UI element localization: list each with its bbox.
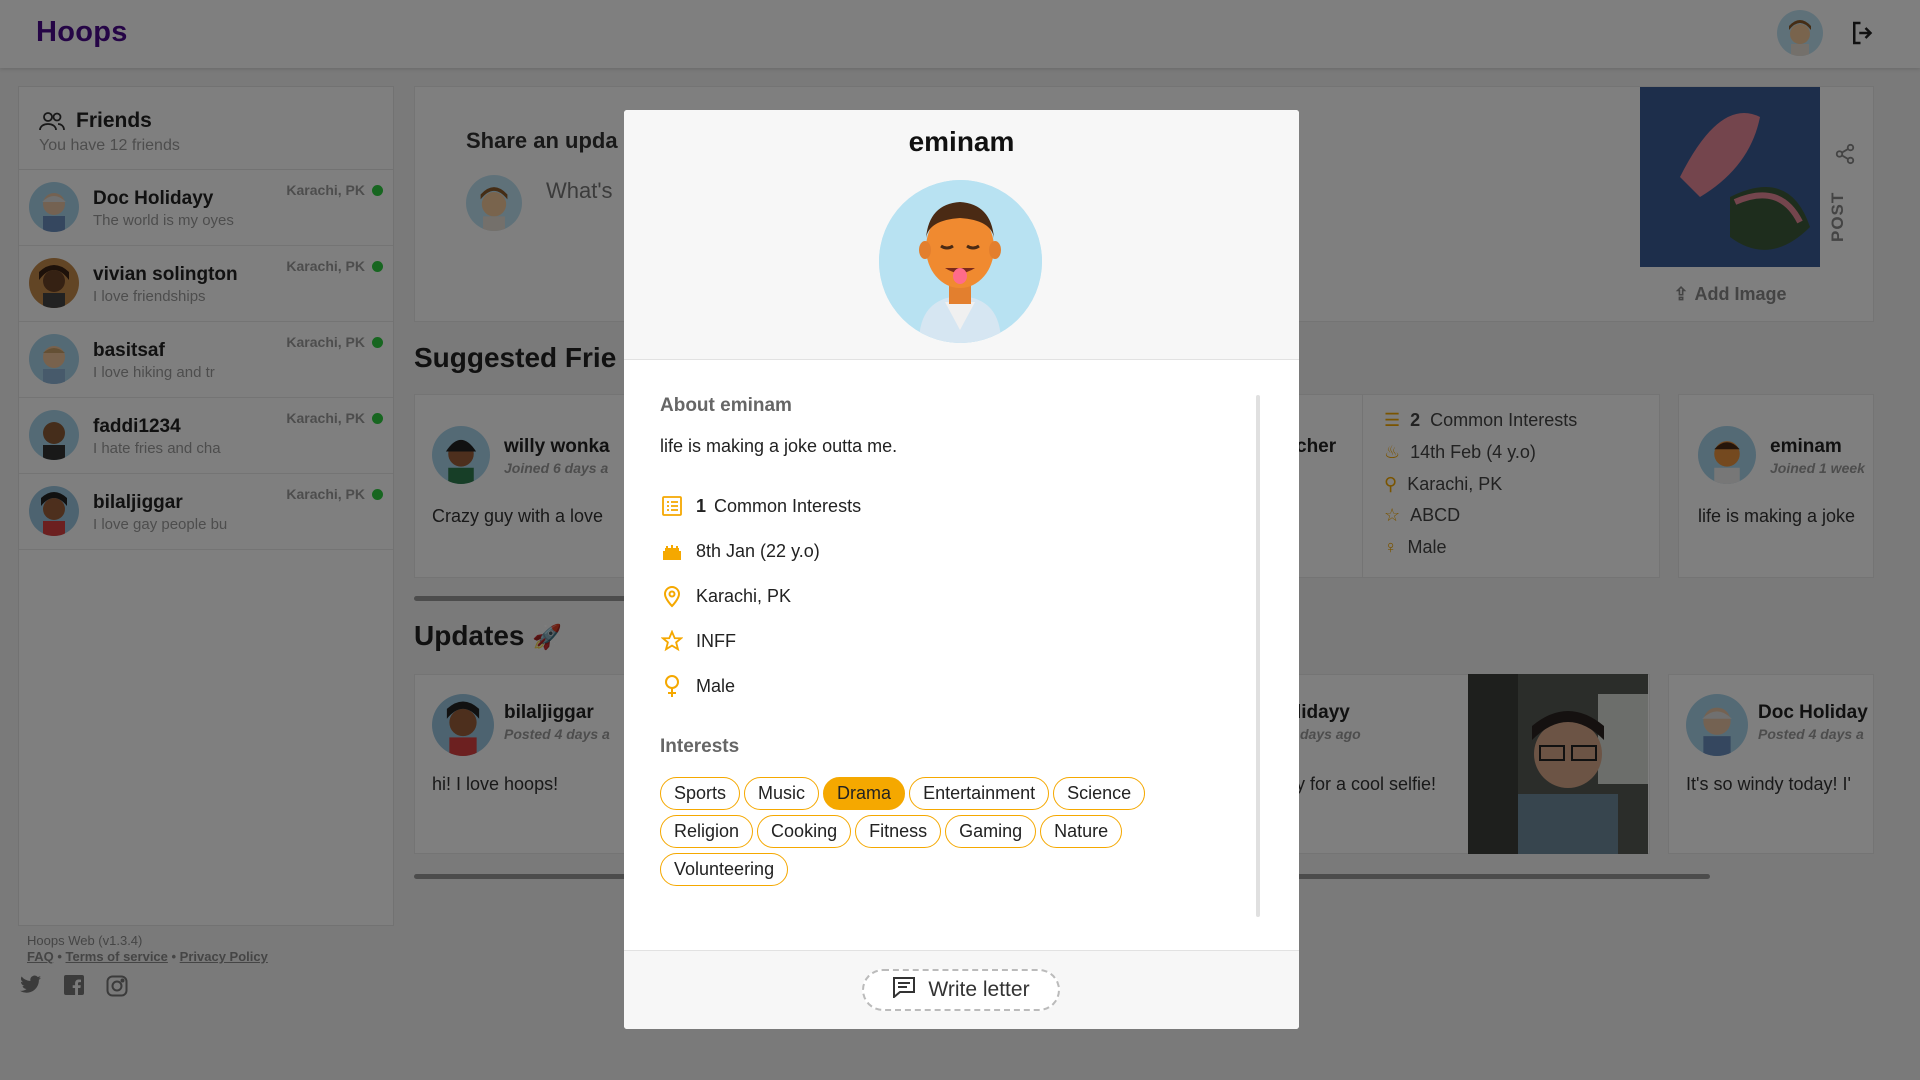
interest-tag[interactable]: Fitness [855, 815, 942, 848]
modal-footer: Write letter [624, 950, 1299, 1029]
location-text: Karachi, PK [696, 585, 792, 606]
interest-tag[interactable]: Cooking [757, 815, 852, 848]
cake-icon [660, 539, 684, 563]
interests-list: Sports Music Drama Entertainment Science… [660, 777, 1220, 886]
common-count: 1 [696, 495, 707, 516]
interest-tag-selected[interactable]: Drama [823, 777, 906, 810]
message-icon [892, 976, 916, 1004]
personality-text: INFF [696, 630, 736, 651]
birthday-text: 8th Jan (22 y.o) [696, 540, 820, 561]
gender-text: Male [696, 675, 736, 696]
about-text: life is making a joke outta me. [660, 436, 898, 456]
interest-tag[interactable]: Science [1053, 777, 1146, 810]
interests-heading: Interests [660, 736, 740, 757]
interest-tag[interactable]: Religion [660, 815, 754, 848]
profile-username: eminam [908, 126, 1015, 157]
star-icon [660, 629, 684, 653]
profile-modal: eminam About eminam life is making a jok… [624, 110, 1299, 1029]
about-heading: About eminam [660, 395, 792, 416]
location: Karachi, PK [660, 584, 791, 608]
modal-scrollbar[interactable] [1256, 395, 1260, 917]
birthday: 8th Jan (22 y.o) [660, 539, 820, 563]
interest-tag[interactable]: Gaming [945, 815, 1037, 848]
gender: Male [660, 674, 735, 698]
interest-tag[interactable]: Music [744, 777, 820, 810]
write-letter-label: Write letter [928, 978, 1030, 1001]
personality: INFF [660, 629, 736, 653]
profile-avatar [879, 180, 1042, 343]
common-interests: 1 Common Interests [660, 494, 861, 518]
interest-tag[interactable]: Sports [660, 777, 741, 810]
interest-tag[interactable]: Entertainment [909, 777, 1050, 810]
location-icon [660, 584, 684, 608]
interest-tag[interactable]: Volunteering [660, 853, 789, 886]
common-label: Common Interests [714, 495, 862, 516]
profile-header: eminam [624, 110, 1299, 360]
interest-tag[interactable]: Nature [1040, 815, 1123, 848]
write-letter-button[interactable]: Write letter [862, 969, 1060, 1011]
female-icon [660, 674, 684, 698]
list-icon [660, 494, 684, 518]
